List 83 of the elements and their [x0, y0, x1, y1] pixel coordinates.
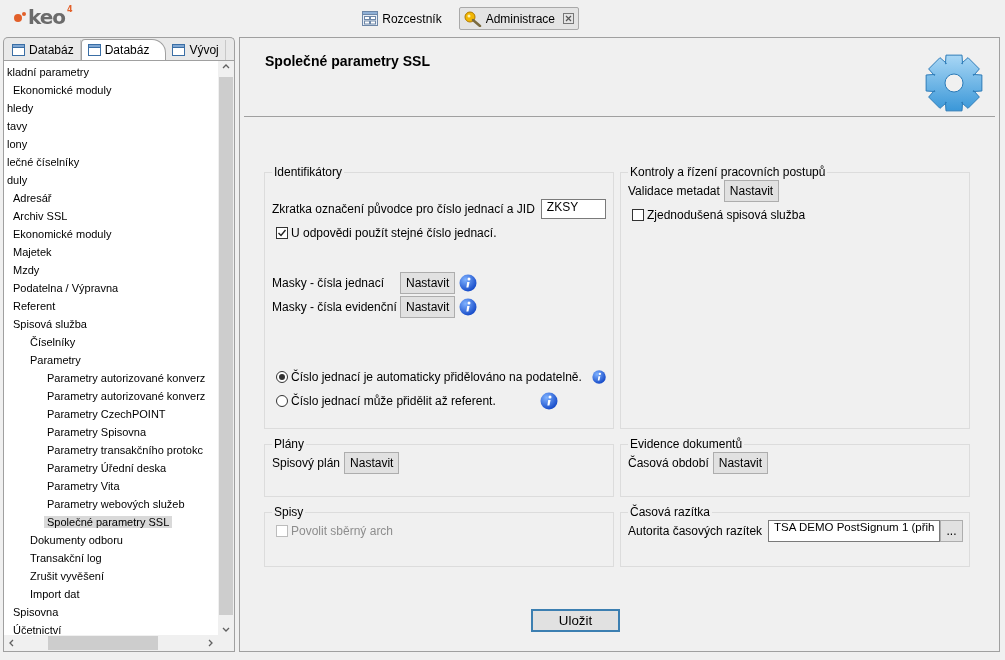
tree-item[interactable]: duly — [4, 174, 31, 186]
info-icon[interactable] — [591, 368, 606, 386]
tree-item[interactable]: Společné parametry SSL — [44, 516, 173, 528]
perspective-tab[interactable]: Administrace — [458, 7, 579, 30]
tree-item[interactable]: Podatelna / Výpravna — [10, 282, 122, 294]
save-button[interactable]: Uložit — [531, 609, 620, 632]
tree-item[interactable]: Parametry transakčního protokc — [44, 444, 206, 456]
set-button[interactable]: Nastavit — [400, 272, 456, 294]
tree-item[interactable]: Transakční log — [27, 552, 105, 564]
tree-item[interactable]: Parametry Spisovna — [44, 426, 150, 438]
view-tab[interactable]: Databáz — [80, 39, 167, 60]
tree-item[interactable]: Majetek — [10, 246, 55, 258]
tree-item[interactable]: Parametry CzechPOINT — [44, 408, 169, 420]
tree-item[interactable]: Ekonomické moduly — [10, 228, 115, 240]
radio-label: Číslo jednací může přidělit až referent. — [291, 394, 496, 408]
tree-item[interactable]: tavy — [4, 120, 31, 132]
checkbox-label: Povolit sběrný arch — [291, 524, 394, 538]
tree-item[interactable]: Referent — [10, 300, 59, 312]
gear-icon — [923, 52, 985, 114]
tree-item[interactable]: lečné číselníky — [4, 156, 83, 168]
close-icon[interactable] — [563, 13, 574, 24]
checkbox-label: Zjednodušená spisová služba — [647, 208, 806, 222]
tree-item[interactable]: Parametry Úřední deska — [44, 462, 170, 474]
key-icon — [463, 10, 482, 27]
setting-label: Masky - čísla evidenční — [272, 300, 396, 314]
tree-item[interactable]: lony — [4, 138, 31, 150]
radio-button[interactable] — [276, 371, 288, 383]
group-title: Spisy — [273, 505, 305, 519]
tree-item[interactable]: Číselníky — [27, 336, 79, 348]
checkbox[interactable] — [276, 227, 288, 239]
set-button[interactable]: Nastavit — [400, 296, 456, 318]
tree-item[interactable]: Adresář — [10, 192, 55, 204]
tree-item[interactable]: Parametry autorizované konverz — [44, 372, 209, 384]
set-button[interactable]: Nastavit — [344, 452, 400, 474]
radio-label: Číslo jednací je automaticky přidělováno na podatelně. — [291, 370, 582, 384]
field-label: Autorita časových razítek — [628, 524, 763, 538]
set-button[interactable]: Nastavit — [723, 180, 780, 202]
tree-item[interactable]: Ekonomické moduly — [10, 84, 115, 96]
group-title: Plány — [273, 437, 306, 451]
info-icon[interactable] — [539, 392, 558, 410]
browse-button[interactable]: ... — [940, 520, 963, 542]
tree-item[interactable]: hledy — [4, 102, 37, 114]
tree-item[interactable]: Parametry webových služeb — [44, 498, 188, 510]
tree-item[interactable]: kladní parametry — [4, 66, 92, 78]
input-field[interactable]: ZKSY — [540, 199, 606, 219]
horizontal-scrollbar[interactable] — [4, 635, 218, 651]
tree-item[interactable]: Parametry — [27, 354, 84, 366]
scrollbar-thumb[interactable] — [48, 636, 158, 650]
tree-item[interactable]: Parametry Vita — [44, 480, 123, 492]
setting-label: Časová období — [628, 456, 709, 470]
tree-item[interactable]: Spisová služba — [10, 318, 90, 330]
tree-item[interactable]: Účetnictví — [10, 624, 65, 635]
grid-icon — [362, 11, 379, 26]
tree-item[interactable]: Zrušit vyvěšení — [27, 570, 107, 582]
tree-item[interactable]: Mzdy — [10, 264, 43, 276]
setting-label: Spisový plán — [272, 456, 341, 470]
tree-item[interactable]: Archiv SSL — [10, 210, 71, 222]
group-title: Kontroly a řízení pracovních postupů — [629, 165, 827, 179]
setting-label: Validace metadat — [628, 184, 720, 198]
group-title: Evidence dokumentů — [629, 437, 744, 451]
perspective-tab[interactable]: Rozcestník — [357, 7, 447, 30]
vertical-scrollbar[interactable] — [218, 61, 234, 635]
checkbox-label: U odpovědi použít stejné číslo jednací. — [291, 226, 497, 240]
group-title: Časová razítka — [629, 505, 712, 519]
tree-item[interactable]: Dokumenty odboru — [27, 534, 126, 546]
setting-label: Masky - čísla jednací — [272, 276, 386, 290]
tree-item[interactable]: Spisovna — [10, 606, 62, 618]
window-icon — [12, 44, 25, 56]
info-icon[interactable] — [459, 298, 478, 316]
info-icon[interactable] — [459, 274, 478, 292]
radio-button[interactable] — [276, 395, 288, 407]
set-button[interactable]: Nastavit — [712, 452, 769, 474]
dots-icon — [14, 10, 26, 23]
field-label: Zkratka označení původce pro číslo jednací a JID — [272, 202, 535, 216]
editor-title: Společné parametry SSL — [265, 53, 430, 69]
group-title: Identifikátory — [273, 165, 344, 179]
input-field[interactable]: TSA DEMO PostSignum 1 (přih — [768, 520, 941, 542]
scrollbar-thumb[interactable] — [219, 77, 233, 615]
checkbox[interactable] — [632, 209, 644, 221]
tree-item[interactable]: Parametry autorizované konverz — [44, 390, 209, 402]
window-icon — [87, 44, 101, 56]
tree-item[interactable]: Import dat — [27, 588, 83, 600]
window-icon — [172, 44, 186, 56]
